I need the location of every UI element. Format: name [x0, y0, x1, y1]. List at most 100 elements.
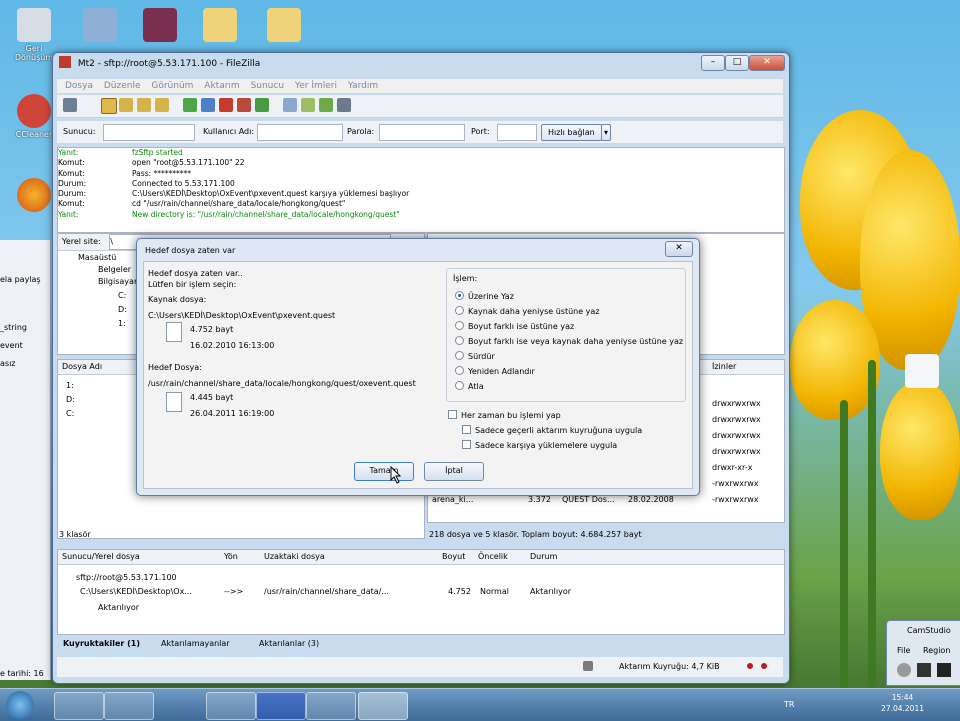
username-input[interactable]: [257, 124, 343, 141]
radio-overwrite-if-size-or-newer[interactable]: Boyut farklı ise veya kaynak daha yeniys…: [455, 336, 683, 347]
tab-queued[interactable]: Kuyruktakiler (1): [63, 638, 140, 649]
log-row: Yanıt: fzSftp started: [58, 148, 183, 157]
search-icon[interactable]: [337, 98, 351, 112]
cancel-button[interactable]: İptal: [424, 462, 484, 481]
toolbar: [57, 95, 783, 118]
queue-header-direction[interactable]: Yön: [224, 550, 238, 564]
taskbar-app[interactable]: [206, 692, 256, 720]
window-title: Mt2 - sftp://root@5.53.171.100 - FileZil…: [77, 59, 261, 69]
tab-failed[interactable]: Aktarılamayanlar: [161, 638, 230, 649]
radio-rename[interactable]: Yeniden Adlandır: [455, 366, 595, 377]
queue-header-priority[interactable]: Öncelik: [478, 550, 508, 564]
taskbar-app[interactable]: [256, 692, 306, 720]
target-date: 26.04.2011 16:19:00: [190, 409, 275, 418]
taskbar-ie[interactable]: [104, 692, 154, 720]
radio-resume[interactable]: Sürdür: [455, 351, 595, 362]
log-row: Komut: open "root@5.53.171.100" 22: [58, 158, 245, 168]
menu-item-server[interactable]: Sunucu: [251, 79, 284, 93]
menu-item-edit[interactable]: Düzenle: [104, 79, 141, 93]
toggle-remote-tree-icon[interactable]: [137, 98, 151, 112]
tree-item-computer[interactable]: Bilgisayar: [98, 276, 137, 287]
sync-browse-icon[interactable]: [319, 98, 333, 112]
minimize-button[interactable]: –: [701, 55, 725, 71]
maximize-button[interactable]: □: [725, 55, 749, 71]
tree-item-desktop[interactable]: Masaüstü: [78, 252, 116, 263]
window-titlebar: Mt2 - sftp://root@5.53.171.100 - FileZil…: [59, 55, 260, 73]
quickconnect-dropdown-button[interactable]: ▾: [601, 124, 612, 141]
radio-skip[interactable]: Atla: [455, 381, 595, 392]
process-queue-icon[interactable]: [201, 98, 215, 112]
cancel-icon[interactable]: [219, 98, 233, 112]
filter-icon[interactable]: [283, 98, 297, 112]
refresh-icon[interactable]: [183, 98, 197, 112]
log-row: Yanıt: New directory is: "/usr/rain/chann…: [58, 209, 400, 219]
menu-item-help[interactable]: Yardım: [348, 79, 378, 93]
site-manager-icon[interactable]: [63, 98, 77, 112]
disconnect-icon[interactable]: [237, 98, 251, 112]
dialog-title: Hedef dosya zaten var: [145, 246, 236, 255]
pause-icon[interactable]: [917, 663, 931, 677]
log-row: Komut: cd "/usr/rain/channel/share_data/l…: [58, 199, 346, 209]
language-indicator[interactable]: TR: [784, 699, 794, 710]
queue-header-remote[interactable]: Uzaktaki dosya: [264, 550, 325, 564]
activity-led-icon: [761, 663, 767, 669]
tree-item-drive-d[interactable]: D:: [118, 304, 127, 315]
apply-queue-checkbox[interactable]: Sadece geçerli aktarım kuyruğuna uygula: [462, 425, 642, 436]
always-use-checkbox[interactable]: Her zaman bu işlemi yap: [448, 410, 561, 421]
record-icon[interactable]: [897, 663, 911, 677]
radio-overwrite-if-newer[interactable]: Kaynak daha yeniyse üstüne yaz: [455, 306, 600, 317]
apply-uploads-checkbox[interactable]: Sadece karşıya yüklemelere uygula: [462, 440, 617, 451]
password-input[interactable]: [379, 124, 465, 141]
quickconnect-bar: Sunucu: Kullanıcı Adı: Parola: Port: Hız…: [57, 121, 783, 143]
desktop-icon-folder[interactable]: [256, 8, 312, 44]
queue-header-size[interactable]: Boyut: [442, 550, 465, 564]
menu-item-view[interactable]: Görünüm: [151, 79, 193, 93]
toggle-log-icon[interactable]: [101, 98, 117, 114]
quickconnect-button[interactable]: Hızlı bağlan: [541, 124, 602, 141]
background-window-fragment: ela paylaş _string event asız e tarihi: …: [0, 240, 51, 680]
tree-item-drive-1[interactable]: 1:: [118, 318, 126, 329]
system-clock[interactable]: 15:44 27.04.2011: [881, 692, 924, 714]
filezilla-icon: [59, 56, 71, 68]
menu-item-bookmarks[interactable]: Yer İmleri: [295, 79, 337, 93]
tulip-stem: [868, 360, 876, 690]
queue-progress-label: Aktarılıyor: [98, 603, 140, 612]
table-row[interactable]: C:\Users\KEDİ\Desktop\Ox... -->> /usr/ra…: [58, 586, 778, 598]
toggle-queue-icon[interactable]: [155, 98, 169, 112]
camstudio-menu-file[interactable]: File: [897, 645, 910, 656]
list-item[interactable]: 1:: [66, 380, 74, 391]
queue-header-status[interactable]: Durum: [530, 550, 557, 564]
start-button[interactable]: [6, 691, 34, 719]
radio-overwrite-if-size-differs[interactable]: Boyut farklı ise üstüne yaz: [455, 321, 595, 332]
desktop-icon-file[interactable]: [894, 354, 950, 390]
stop-icon[interactable]: [937, 663, 951, 677]
desktop-icon-folder[interactable]: [192, 8, 248, 44]
tab-successful[interactable]: Aktarılanlar (3): [259, 638, 319, 649]
message-log[interactable]: Yanıt: fzSftp started Komut: open "root@5.…: [57, 147, 785, 233]
ok-button[interactable]: Tamam: [354, 462, 414, 481]
close-button[interactable]: ✕: [749, 55, 785, 71]
target-size: 4.445 bayt: [190, 393, 234, 402]
reconnect-icon[interactable]: [255, 98, 269, 112]
desktop-icon-installer[interactable]: [72, 8, 128, 44]
taskbar-filezilla[interactable]: [358, 692, 408, 720]
desktop-icon-winrar[interactable]: [132, 8, 188, 44]
port-label: Port:: [471, 127, 490, 136]
taskbar-app[interactable]: [306, 692, 356, 720]
tree-item-drive-c[interactable]: C:: [118, 290, 126, 301]
taskbar-explorer[interactable]: [54, 692, 104, 720]
compare-icon[interactable]: [301, 98, 315, 112]
list-item[interactable]: D:: [66, 394, 75, 405]
radio-overwrite[interactable]: Üzerine Yaz: [455, 291, 595, 302]
dialog-close-button[interactable]: ✕: [665, 241, 693, 257]
toggle-local-tree-icon[interactable]: [119, 98, 133, 112]
tree-item-documents[interactable]: Belgeler: [98, 264, 131, 275]
camstudio-menu-region[interactable]: Region: [923, 645, 950, 656]
list-item[interactable]: C:: [66, 408, 74, 419]
queue-header-local[interactable]: Sunucu/Yerel dosya: [62, 550, 140, 564]
menu-item-transfer[interactable]: Aktarım: [204, 79, 239, 93]
menu-item-file[interactable]: Dosya: [65, 79, 93, 93]
host-input[interactable]: [103, 124, 195, 141]
port-input[interactable]: [497, 124, 537, 141]
log-row: Durum: C:\Users\KEDİ\Desktop\OxEvent\pxev…: [58, 189, 410, 199]
